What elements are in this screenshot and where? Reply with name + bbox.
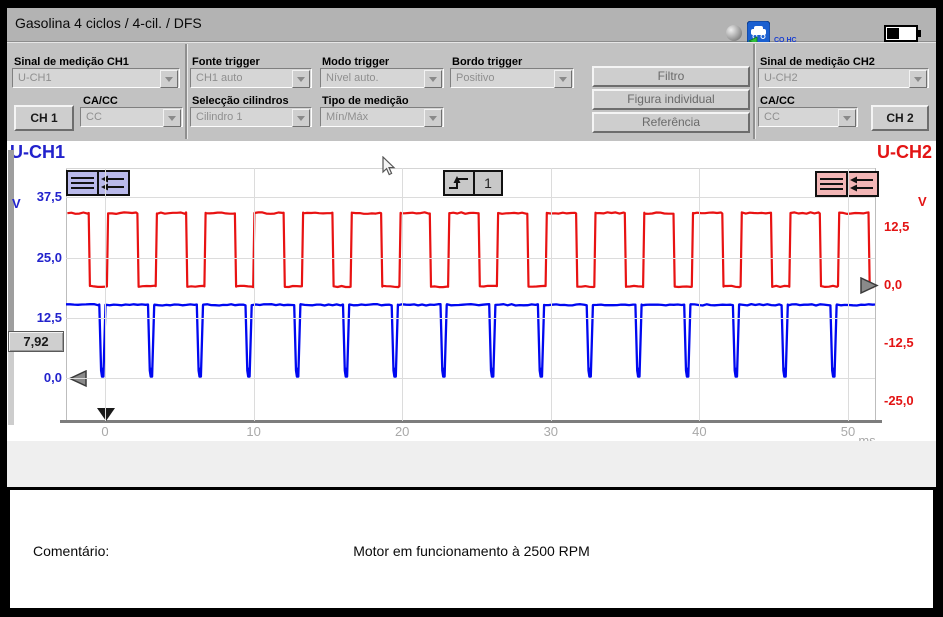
right-tick-label: -25,0 [884, 393, 914, 408]
trigger-edge-icon[interactable] [445, 172, 475, 194]
left-tick-label: 37,5 [16, 189, 62, 204]
referencia-button[interactable]: Referência [592, 112, 750, 133]
chevron-down-icon[interactable] [554, 70, 572, 88]
signal-ch1-value: U-CH1 [18, 72, 52, 84]
cacc-ch1-label: CA/CC [83, 95, 118, 107]
signal-ch2-label: Sinal de medição CH2 [760, 56, 875, 68]
panel-divider [753, 44, 756, 139]
ch1-trace [66, 304, 875, 377]
chevron-down-icon[interactable] [909, 70, 927, 88]
modo-trigger-value: Nível auto. [326, 72, 379, 84]
status-ball-icon [726, 25, 742, 41]
gridline-vertical [105, 168, 106, 421]
x-tick-label: 50 [833, 424, 863, 439]
modo-trigger-select[interactable]: Nível auto. [320, 68, 444, 88]
signal-ch1-select[interactable]: U-CH1 [12, 68, 180, 88]
ch2-scale-controls [815, 171, 879, 197]
gridline-vertical [254, 168, 255, 421]
modo-trigger-label: Modo trigger [322, 56, 389, 68]
ch1-button[interactable]: CH 1 [14, 105, 74, 131]
chevron-down-icon[interactable] [292, 109, 310, 127]
chevron-down-icon[interactable] [160, 70, 178, 88]
trigger-time-marker[interactable] [96, 407, 116, 422]
seleccao-cilindros-value: Cilindro 1 [196, 111, 242, 123]
page-title: Gasolina 4 ciclos / 4-cil. / DFS [15, 15, 202, 31]
gridline-vertical [848, 168, 849, 421]
figura-individual-button[interactable]: Figura individual [592, 89, 750, 110]
cacc-ch2-label: CA/CC [760, 95, 795, 107]
bordo-trigger-label: Bordo trigger [452, 56, 522, 68]
comment-text: Motor em funcionamento à 2500 RPM [10, 543, 933, 559]
tipo-medicao-value: Mín/Máx [326, 111, 368, 123]
gridline-horizontal [66, 197, 875, 198]
fonte-trigger-select[interactable]: CH1 auto [190, 68, 312, 88]
app-window: Gasolina 4 ciclos / 4-cil. / DFS CO HC N… [0, 0, 943, 617]
level-indicator-track-lower [8, 348, 14, 425]
ch2-shift-left-icon[interactable] [848, 173, 877, 195]
chevron-down-icon[interactable] [424, 70, 442, 88]
x-tick-label: 30 [536, 424, 566, 439]
tipo-medicao-select[interactable]: Mín/Máx [320, 107, 444, 127]
right-tick-label: 12,5 [884, 219, 909, 234]
right-axis-unit: V [918, 194, 927, 209]
level-indicator-track-upper [8, 150, 14, 348]
gridline-horizontal [66, 318, 875, 319]
chevron-down-icon[interactable] [424, 109, 442, 127]
fonte-trigger-label: Fonte trigger [192, 56, 260, 68]
chevron-down-icon[interactable] [838, 109, 856, 127]
panel-divider [185, 44, 188, 139]
measurement-readout: 7,92 [8, 331, 64, 352]
filtro-button[interactable]: Filtro [592, 66, 750, 87]
signal-ch1-label: Sinal de medição CH1 [14, 56, 129, 68]
seleccao-cilindros-select[interactable]: Cilindro 1 [190, 107, 312, 127]
signal-ch2-value: U-CH2 [764, 72, 798, 84]
ch1-curve-title: U-CH1 [10, 142, 65, 163]
gridline-horizontal [66, 258, 875, 259]
mouse-cursor-icon [382, 156, 396, 176]
gridline-horizontal [66, 378, 875, 379]
ch2-zero-marker[interactable] [859, 277, 879, 295]
gridline-vertical [699, 168, 700, 421]
ch1-shift-left-icon[interactable] [99, 172, 128, 194]
ch2-trace [67, 212, 873, 287]
ch2-lines-icon[interactable] [817, 173, 848, 195]
seleccao-cilindros-label: Selecção cilindros [192, 95, 289, 107]
x-tick-label: 40 [684, 424, 714, 439]
gridline-vertical [402, 168, 403, 421]
chevron-down-icon[interactable] [292, 70, 310, 88]
ch1-scale-controls [66, 170, 130, 196]
cacc-ch1-select[interactable]: CC [80, 107, 183, 127]
x-tick-label: 10 [239, 424, 269, 439]
cacc-ch2-value: CC [764, 111, 780, 123]
tipo-medicao-label: Tipo de medição [322, 95, 409, 107]
right-tick-label: 0,0 [884, 277, 902, 292]
gridline-vertical [551, 168, 552, 421]
x-tick-label: 0 [90, 424, 120, 439]
left-tick-label: 25,0 [16, 250, 62, 265]
trigger-controls: 1 [443, 170, 503, 196]
ch1-lines-icon[interactable] [68, 172, 99, 194]
ch1-zero-marker[interactable] [68, 370, 88, 388]
bordo-trigger-value: Positivo [456, 72, 495, 84]
ch2-button[interactable]: CH 2 [871, 105, 929, 131]
trigger-cylinder-number[interactable]: 1 [475, 172, 501, 194]
cacc-ch2-select[interactable]: CC [758, 107, 858, 127]
fonte-trigger-value: CH1 auto [196, 72, 242, 84]
ch2-curve-title: U-CH2 [877, 142, 932, 163]
comment-box: Comentário: Motor em funcionamento à 250… [7, 487, 936, 611]
signal-ch2-select[interactable]: U-CH2 [758, 68, 929, 88]
x-tick-label: 20 [387, 424, 417, 439]
left-tick-label: 0,0 [16, 370, 62, 385]
bordo-trigger-select[interactable]: Positivo [450, 68, 574, 88]
waveform-plot[interactable] [66, 168, 875, 421]
lower-band [7, 441, 936, 487]
vehicle-exhaust-icon [747, 21, 770, 44]
right-tick-label: -12,5 [884, 335, 914, 350]
chevron-down-icon[interactable] [163, 109, 181, 127]
battery-icon [884, 25, 922, 42]
cacc-ch1-value: CC [86, 111, 102, 123]
left-tick-label: 12,5 [16, 310, 62, 325]
